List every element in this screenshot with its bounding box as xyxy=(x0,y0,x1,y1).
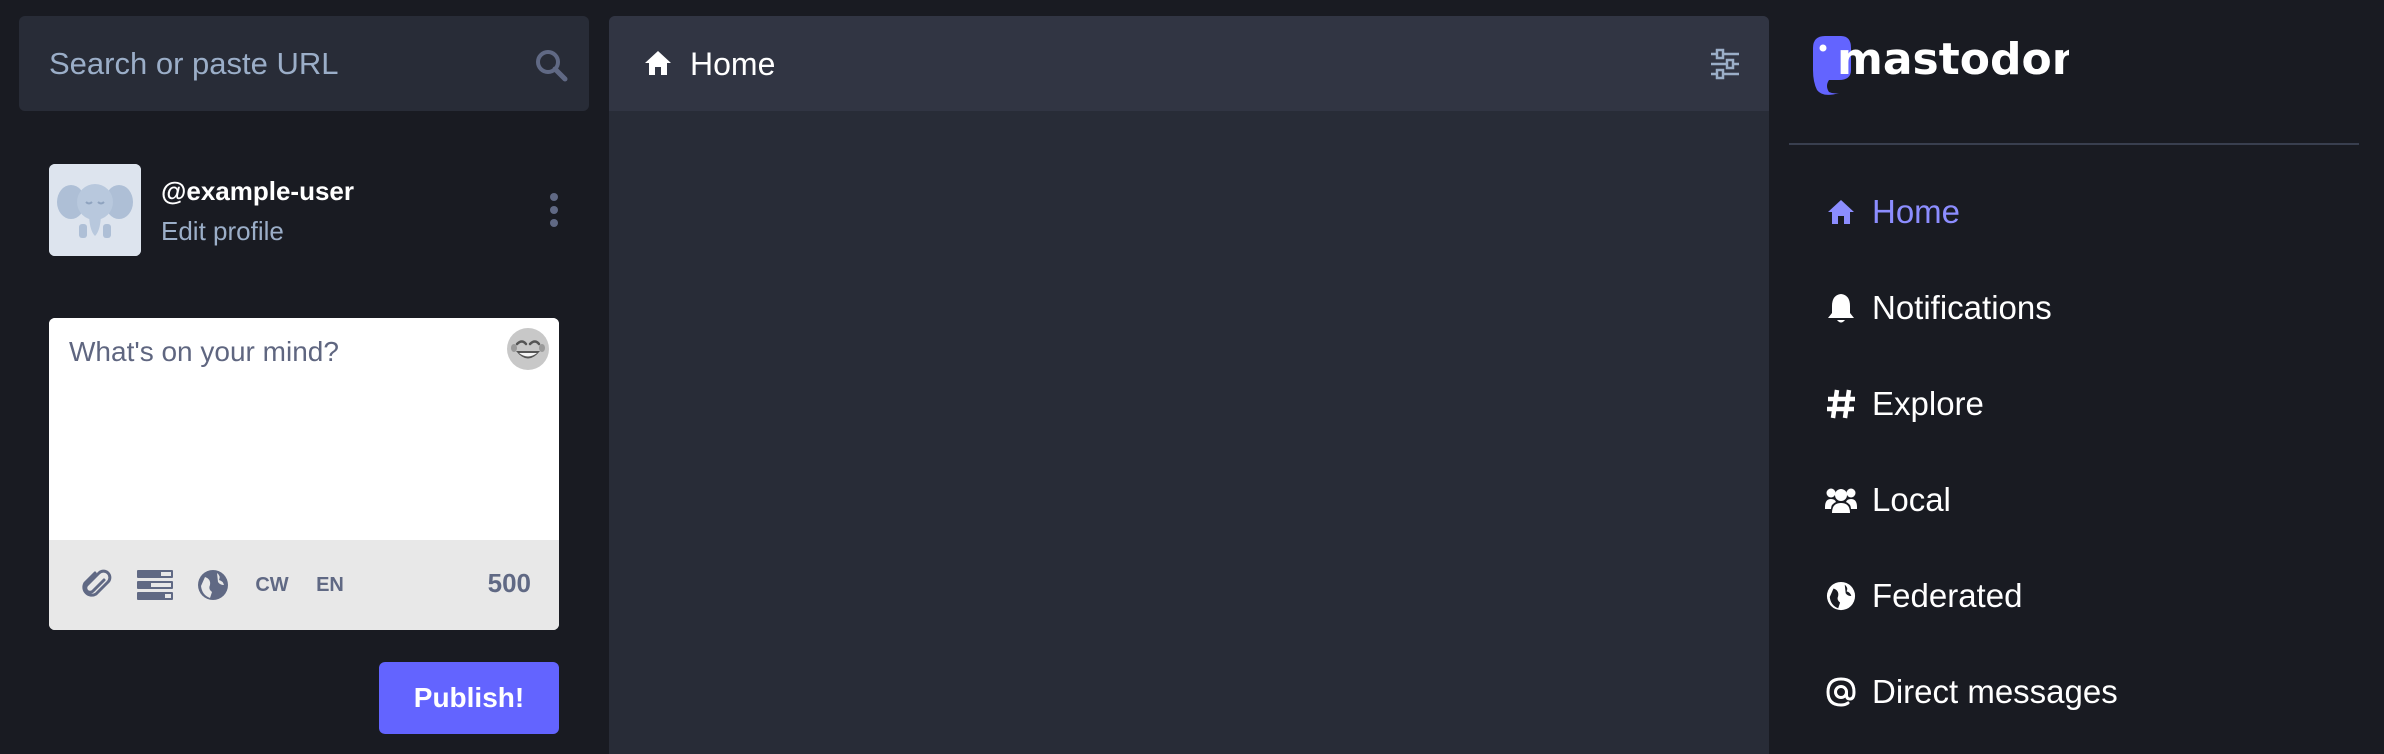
navigation-panel: mastodon Home Notifications Explore Loca… xyxy=(1789,0,2359,754)
publish-button[interactable]: Publish! xyxy=(379,662,559,734)
elephant-avatar-icon xyxy=(49,164,141,256)
users-icon xyxy=(1824,483,1858,517)
nav-notifications-label: Notifications xyxy=(1872,289,2052,326)
nav-explore-label: Explore xyxy=(1872,385,1984,422)
avatar[interactable] xyxy=(49,164,141,256)
search-icon[interactable] xyxy=(533,47,569,83)
poll-icon xyxy=(137,570,173,600)
account-card: @example-user Edit profile xyxy=(49,164,569,256)
compose-textarea[interactable] xyxy=(49,318,559,540)
attach-media-button[interactable] xyxy=(77,566,117,604)
paperclip-icon xyxy=(82,569,112,597)
compose-toolbar: CW EN 500 xyxy=(49,540,559,630)
column-header[interactable]: Home xyxy=(609,16,1769,111)
compose-panel: @example-user Edit profile xyxy=(19,16,589,754)
sliders-icon[interactable] xyxy=(1709,48,1741,80)
home-icon xyxy=(645,51,671,75)
character-counter: 500 xyxy=(487,568,531,598)
nav-divider xyxy=(1789,143,2359,145)
compose-form: CW EN 500 xyxy=(49,318,559,630)
poll-button[interactable] xyxy=(135,566,175,604)
emoji-picker-icon[interactable] xyxy=(505,326,551,372)
nav-home[interactable]: Home xyxy=(1824,187,2324,237)
nav-federated[interactable]: Federated xyxy=(1824,571,2324,621)
nav-federated-label: Federated xyxy=(1872,577,2023,614)
nav-notifications[interactable]: Notifications xyxy=(1824,283,2324,333)
globe-icon xyxy=(1824,579,1858,613)
nav-direct-messages-label: Direct messages xyxy=(1872,673,2118,710)
nav-local-label: Local xyxy=(1872,481,1951,518)
nav-local[interactable]: Local xyxy=(1824,475,2324,525)
content-warning-button[interactable]: CW xyxy=(249,566,295,604)
at-icon xyxy=(1824,675,1858,709)
hashtag-icon xyxy=(1824,387,1858,421)
home-icon xyxy=(1824,195,1858,229)
column-title: Home xyxy=(690,46,776,82)
edit-profile-link[interactable]: Edit profile xyxy=(161,216,284,247)
language-button[interactable]: EN xyxy=(307,566,353,604)
nav-direct-messages[interactable]: Direct messages xyxy=(1824,667,2324,717)
search-box xyxy=(19,16,589,111)
visibility-button[interactable] xyxy=(193,566,233,604)
bell-icon xyxy=(1824,291,1858,325)
home-timeline-column: Home xyxy=(609,16,1769,754)
mastodon-logo[interactable]: mastodon xyxy=(1809,30,2069,100)
search-input[interactable] xyxy=(19,16,519,111)
more-options-icon[interactable] xyxy=(539,188,569,232)
account-handle[interactable]: @example-user xyxy=(161,176,354,207)
brand-name: mastodon xyxy=(1837,34,2069,85)
globe-icon xyxy=(198,570,228,600)
nav-home-label: Home xyxy=(1872,193,1961,230)
nav-explore[interactable]: Explore xyxy=(1824,379,2324,429)
